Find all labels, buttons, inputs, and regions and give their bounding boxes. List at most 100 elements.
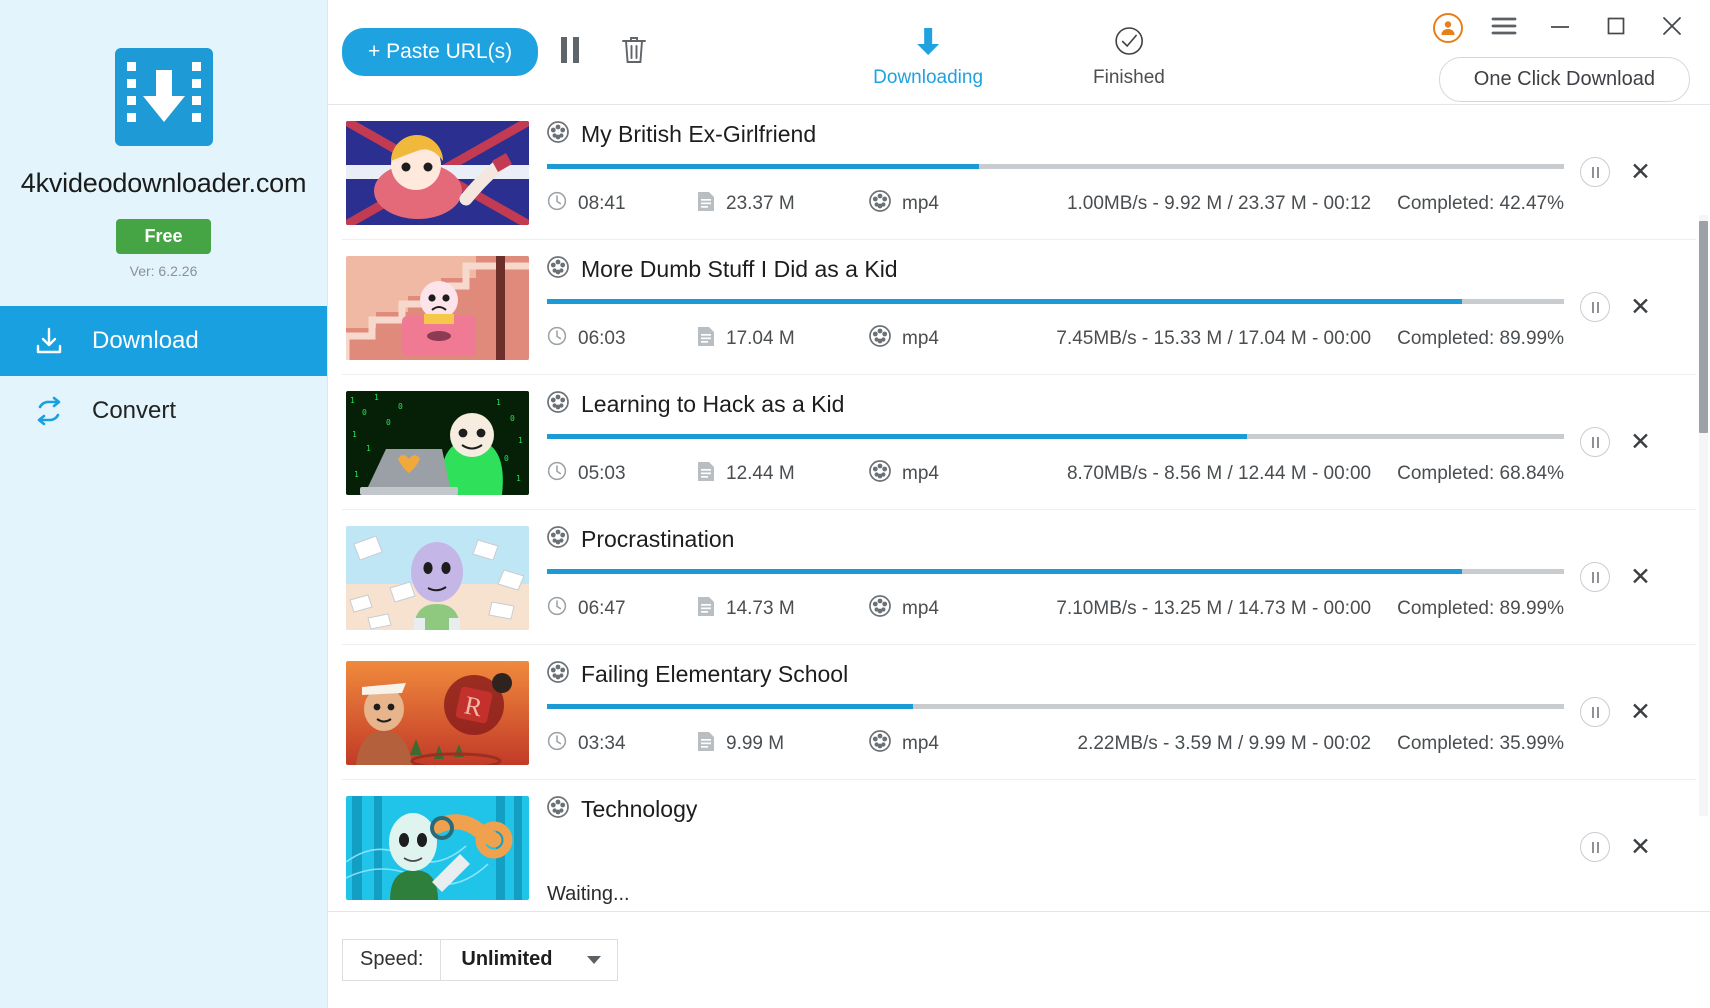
- row-meta: 08:41 23.37 M mp4 1.00MB/s - 9.92 M / 23…: [547, 190, 1564, 218]
- download-row[interactable]: Technology Waiting... ✕: [342, 780, 1696, 911]
- sidebar-item-convert[interactable]: Convert: [0, 376, 327, 446]
- hamburger-menu-icon: [1491, 16, 1517, 41]
- close-button[interactable]: [1644, 8, 1700, 48]
- tab-finished[interactable]: Finished: [1093, 24, 1165, 89]
- size-cell: 17.04 M: [697, 326, 869, 353]
- format-value: mp4: [902, 598, 939, 620]
- film-reel-icon: [547, 121, 569, 144]
- download-row[interactable]: 1010 1101 0101 011 Learning to Hack as a…: [342, 375, 1696, 511]
- film-reel-icon: [547, 391, 569, 414]
- sidebar-item-download[interactable]: Download: [0, 306, 327, 376]
- main-panel: + Paste URL(s) Downloading Finished One …: [327, 0, 1710, 1008]
- svg-text:0: 0: [362, 408, 367, 417]
- svg-text:1: 1: [518, 436, 523, 445]
- row-remove-button[interactable]: ✕: [1630, 834, 1651, 860]
- film-reel-icon: [869, 460, 891, 483]
- row-pause-button[interactable]: [1580, 427, 1610, 458]
- row-pause-button[interactable]: [1580, 562, 1610, 593]
- clock-icon: [547, 731, 567, 757]
- format-cell: mp4: [869, 460, 1009, 488]
- row-body: More Dumb Stuff I Did as a Kid 06:03 17.…: [529, 240, 1580, 374]
- sidebar: 4kvideodownloader.com Free Ver: 6.2.26 D…: [0, 0, 327, 1008]
- progress-fill: [547, 569, 1463, 575]
- paste-urls-button[interactable]: + Paste URL(s): [342, 28, 539, 77]
- row-pause-button[interactable]: [1580, 832, 1610, 863]
- row-title: More Dumb Stuff I Did as a Kid: [581, 256, 898, 283]
- duration-value: 05:03: [578, 463, 626, 485]
- video-thumbnail[interactable]: 1010 1101 0101 011: [346, 391, 529, 496]
- film-reel-icon: [547, 391, 569, 418]
- duration-value: 08:41: [578, 193, 626, 215]
- format-value: mp4: [902, 463, 939, 485]
- download-row[interactable]: My British Ex-Girlfriend 08:41 23.37 M m…: [342, 105, 1696, 241]
- row-title-line: More Dumb Stuff I Did as a Kid: [547, 256, 1564, 283]
- row-stats: 2.22MB/s - 3.59 M / 9.99 M - 00:02 Compl…: [1078, 733, 1564, 755]
- row-remove-button[interactable]: ✕: [1630, 159, 1651, 185]
- row-remove-button[interactable]: ✕: [1630, 699, 1651, 725]
- row-pause-button[interactable]: [1580, 697, 1610, 728]
- size-value: 9.99 M: [726, 733, 785, 755]
- row-pause-button[interactable]: [1580, 292, 1610, 323]
- progress-bar: [547, 569, 1564, 575]
- film-reel-icon: [869, 595, 891, 618]
- progress-fill: [547, 434, 1248, 440]
- svg-text:0: 0: [386, 418, 391, 427]
- svg-text:0: 0: [504, 454, 509, 463]
- video-thumbnail[interactable]: [346, 256, 529, 361]
- file-icon: [697, 596, 715, 623]
- delete-button[interactable]: [602, 24, 666, 80]
- row-actions: ✕: [1580, 510, 1696, 644]
- row-actions: ✕: [1580, 105, 1696, 239]
- account-person-icon: [1433, 13, 1463, 43]
- film-reel-icon: [869, 190, 891, 218]
- size-cell: 14.73 M: [697, 596, 869, 623]
- maximize-button[interactable]: [1588, 8, 1644, 48]
- minimize-button[interactable]: [1532, 8, 1588, 48]
- menu-button[interactable]: [1476, 8, 1532, 48]
- row-meta: 06:47 14.73 M mp4 7.10MB/s - 13.25 M / 1…: [547, 595, 1564, 623]
- row-actions: ✕: [1580, 375, 1696, 509]
- row-body: My British Ex-Girlfriend 08:41 23.37 M m…: [529, 105, 1580, 239]
- row-actions: ✕: [1580, 240, 1696, 374]
- film-reel-icon: [869, 325, 891, 348]
- account-button[interactable]: [1420, 8, 1476, 48]
- film-reel-icon: [547, 796, 569, 823]
- row-remove-button[interactable]: ✕: [1630, 564, 1651, 590]
- duration-value: 06:03: [578, 328, 626, 350]
- svg-text:1: 1: [374, 393, 379, 402]
- video-thumbnail[interactable]: [346, 121, 529, 226]
- row-remove-button[interactable]: ✕: [1630, 294, 1651, 320]
- speed-select[interactable]: Unlimited: [441, 940, 616, 980]
- tab-downloading[interactable]: Downloading: [873, 24, 983, 89]
- video-thumbnail[interactable]: R: [346, 661, 529, 766]
- row-pause-button[interactable]: [1580, 157, 1610, 188]
- scrollbar-thumb[interactable]: [1699, 221, 1708, 434]
- clock-icon: [547, 596, 567, 622]
- sidebar-item-convert-label: Convert: [92, 397, 177, 424]
- film-download-icon-svg: [126, 62, 201, 122]
- svg-text:1: 1: [496, 398, 501, 407]
- row-title: Learning to Hack as a Kid: [581, 391, 845, 418]
- download-row[interactable]: More Dumb Stuff I Did as a Kid 06:03 17.…: [342, 240, 1696, 376]
- speed-value: Unlimited: [461, 948, 553, 971]
- download-tray-icon: [30, 322, 68, 360]
- convert-arrows-icon: [30, 392, 68, 430]
- video-thumbnail[interactable]: [346, 526, 529, 631]
- window-titlebar: [1420, 0, 1710, 56]
- pause-all-button[interactable]: [538, 24, 602, 80]
- duration-value: 03:34: [578, 733, 626, 755]
- download-row[interactable]: R Failing Elementary School 03:34 9.99 M…: [342, 645, 1696, 781]
- progress-fill: [547, 299, 1463, 305]
- version-label: Ver: 6.2.26: [129, 263, 198, 279]
- down-arrow-icon: [911, 24, 945, 63]
- progress-fill: [547, 704, 914, 710]
- svg-text:1: 1: [354, 470, 359, 479]
- row-meta: 05:03 12.44 M mp4 8.70MB/s - 8.56 M / 12…: [547, 460, 1564, 488]
- video-thumbnail[interactable]: [346, 796, 529, 901]
- row-remove-button[interactable]: ✕: [1630, 429, 1651, 455]
- duration-value: 06:47: [578, 598, 626, 620]
- completed-text: Completed: 89.99%: [1397, 328, 1564, 350]
- download-row[interactable]: Procrastination 06:47 14.73 M mp4 7.10MB…: [342, 510, 1696, 646]
- one-click-download-button[interactable]: One Click Download: [1438, 57, 1690, 102]
- completed-text: Completed: 35.99%: [1397, 733, 1564, 755]
